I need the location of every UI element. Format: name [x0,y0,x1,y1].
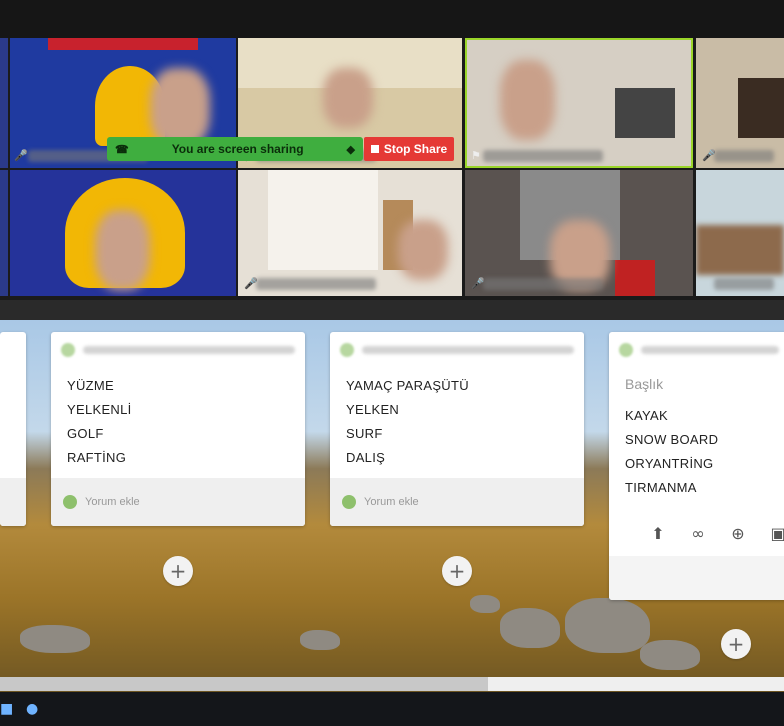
padlet-card[interactable]: YÜZME YELKENLİ GOLF RAFTİNG Yorum ekle [51,332,305,526]
padlet-card-editor[interactable]: Başlık KAYAK SNOW BOARD ORYANTRİNG TIRMA… [609,332,784,600]
participant-video-tile[interactable] [696,170,784,296]
padlet-card[interactable] [0,332,26,526]
rock [300,630,340,650]
screen: 🎤 🎤 ⚑ 🎤 🎤 [0,0,784,726]
participant-video-tile[interactable]: 🎤 [238,170,462,296]
camera-icon[interactable]: ▣ [769,524,784,543]
screen-sharing-label: You are screen sharing [171,142,304,156]
list-item: GOLF [67,426,104,441]
participant-video-tile[interactable]: 🎤 [696,38,784,168]
decorative-banner [48,38,198,50]
add-post-button[interactable]: + [163,556,193,586]
add-post-button[interactable]: + [721,629,751,659]
list-item: TIRMANMA [625,480,697,495]
list-item: SNOW BOARD [625,432,719,447]
add-comment-button[interactable]: Yorum ekle [330,478,584,526]
search-icon[interactable]: ⊕ [729,524,747,543]
add-comment-label: Yorum ekle [364,496,419,508]
card-author [619,342,779,358]
list-item: RAFTİNG [67,450,127,465]
list-item: DALIŞ [346,450,386,465]
list-item: YAMAÇ PARAŞÜTÜ [346,378,469,393]
screen-sharing-indicator[interactable]: ☎ You are screen sharing ◆ [107,137,363,161]
card-author [61,342,295,358]
list-item: ORYANTRİNG [625,456,714,471]
avatar [340,343,354,357]
taskbar: ■ ● [0,692,784,726]
rock [565,598,650,653]
rock [470,595,500,613]
divider [0,300,784,320]
stop-icon [370,145,379,153]
list-item: YELKEN [346,402,400,417]
add-comment-label: Yorum ekle [85,496,140,508]
participant-video-tile-active-speaker[interactable]: ⚑ [465,38,693,168]
card-items: YAMAÇ PARAŞÜTÜ YELKEN SURF DALIŞ [346,374,469,470]
avatar [61,343,75,357]
card-editor-footer [609,556,784,600]
list-item: KAYAK [625,408,668,423]
windows-start-icon[interactable]: ■ [0,700,18,718]
comment-icon [63,495,77,509]
participant-video-tile[interactable] [10,170,236,296]
meeting-top-bar [0,0,784,38]
list-item: YELKENLİ [67,402,132,417]
horizontal-scrollbar[interactable] [0,677,784,691]
list-item: SURF [346,426,383,441]
participant-video-tile[interactable] [0,170,8,296]
phone-icon: ☎ [115,143,129,156]
card-items: YÜZME YELKENLİ GOLF RAFTİNG [67,374,132,470]
attachment-toolbar: ⬆ ∞ ⊕ ▣ [649,524,784,543]
stop-share-label: Stop Share [383,142,448,156]
participant-video-tile[interactable] [0,38,8,168]
stop-share-button[interactable]: Stop Share [364,137,454,161]
shield-icon: ◆ [346,143,355,156]
participant-video-tile[interactable]: 🎤 [465,170,693,296]
padlet-board: YÜZME YELKENLİ GOLF RAFTİNG Yorum ekle Y… [0,320,784,692]
video-gallery: 🎤 🎤 ⚑ 🎤 🎤 [0,38,784,300]
edge-browser-icon[interactable]: ● [26,700,44,718]
card-title-input[interactable]: Başlık [625,376,663,392]
avatar [619,343,633,357]
card-body-input[interactable]: KAYAK SNOW BOARD ORYANTRİNG TIRMANMA [625,404,718,500]
scrollbar-thumb[interactable] [0,677,488,691]
list-item: YÜZME [67,378,114,393]
padlet-card[interactable]: YAMAÇ PARAŞÜTÜ YELKEN SURF DALIŞ Yorum e… [330,332,584,526]
add-post-button[interactable]: + [442,556,472,586]
rock [500,608,560,648]
comment-icon [342,495,356,509]
rock [640,640,700,670]
link-icon[interactable]: ∞ [689,524,707,543]
add-comment-button[interactable]: Yorum ekle [51,478,305,526]
rock [20,625,90,653]
card-author [340,342,574,358]
upload-icon[interactable]: ⬆ [649,524,667,543]
